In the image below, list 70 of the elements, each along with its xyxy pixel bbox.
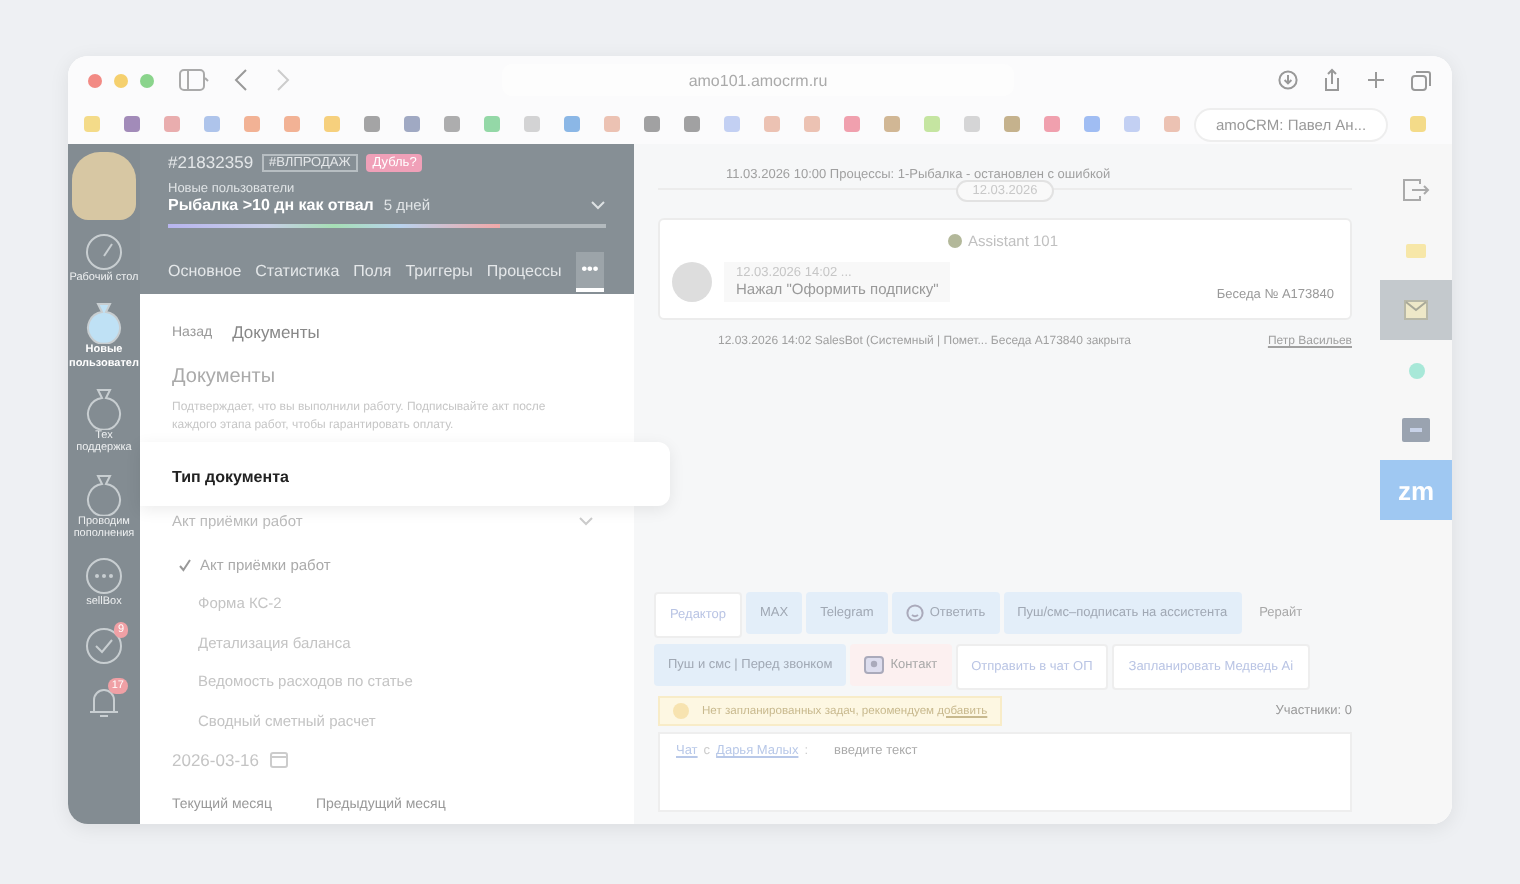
document-type-label: Тип документа (172, 468, 289, 487)
breadcrumb-title: Документы (232, 322, 320, 342)
exit-icon (1402, 178, 1430, 202)
bookmark-icon[interactable] (324, 116, 340, 132)
mail-icon (1404, 300, 1428, 320)
money-bag-icon (84, 300, 124, 345)
download-icon[interactable] (1278, 70, 1298, 90)
bookmark-icon[interactable] (124, 116, 140, 132)
bookmark-icon[interactable] (204, 116, 220, 132)
bookmark-icon[interactable] (804, 116, 820, 132)
lead-tab[interactable]: Процессы (486, 250, 562, 294)
bookmark-icon[interactable] (484, 116, 500, 132)
money-bag-icon (84, 471, 124, 516)
share-icon[interactable] (1322, 68, 1342, 92)
bookmark-icon[interactable] (404, 116, 420, 132)
lead-id: #21832359 (168, 152, 254, 172)
avatar-icon (672, 262, 712, 302)
bookmark-icon[interactable] (444, 116, 460, 132)
bookmark-icon[interactable] (1044, 116, 1060, 132)
checkmark-icon (178, 557, 192, 572)
bookmark-icon[interactable] (604, 116, 620, 132)
date-field[interactable]: 2026-03-16 (172, 749, 259, 770)
calendar-icon[interactable] (270, 750, 289, 769)
bookmark-icon[interactable] (844, 116, 860, 132)
money-bag-icon (84, 385, 124, 430)
bookmark-icon[interactable] (724, 116, 740, 132)
app-logo[interactable]: zm (1380, 460, 1452, 520)
lead-tab[interactable]: Триггеры (405, 250, 473, 294)
bookmark-icon[interactable] (884, 116, 900, 132)
bookmark-icon[interactable] (644, 116, 660, 132)
bookmark-icon[interactable] (1164, 116, 1180, 132)
chevron-down-icon (578, 515, 594, 528)
back-icon[interactable] (234, 68, 250, 92)
close-window-icon[interactable] (88, 73, 102, 87)
documents-heading: Документы (172, 366, 278, 388)
lead-tab[interactable]: Статистика (255, 250, 340, 294)
bookmark-icon[interactable] (524, 116, 540, 132)
tabs-overview-icon[interactable] (1410, 69, 1432, 91)
forward-icon[interactable] (274, 68, 290, 92)
chat-icon (84, 556, 124, 597)
bookmark-icon[interactable] (924, 116, 940, 132)
minimize-window-icon[interactable] (114, 73, 128, 87)
chevron-down-icon[interactable] (590, 199, 606, 211)
bookmark-icon[interactable] (164, 116, 180, 132)
bookmark-icon[interactable] (364, 116, 380, 132)
bookmark-icon[interactable] (964, 116, 980, 132)
note-icon (1406, 243, 1426, 257)
lead-tab[interactable]: Основное (168, 250, 242, 294)
stage-name[interactable]: Рыбалка >10 дн как отвал (168, 196, 374, 214)
contact-card-icon (864, 656, 885, 674)
bookmark-icon[interactable] (1004, 116, 1020, 132)
bookmark-icon[interactable] (284, 116, 300, 132)
zoom-window-icon[interactable] (140, 73, 154, 87)
bookmark-icon[interactable] (1410, 116, 1427, 132)
smile-icon (905, 604, 924, 622)
bookmark-icon[interactable] (764, 116, 780, 132)
widget-button[interactable] (1380, 280, 1452, 340)
bookmark-icon[interactable] (244, 116, 260, 132)
bookmark-icon[interactable] (564, 116, 580, 132)
lead-tab[interactable]: Поля (353, 250, 392, 294)
bookmark-icon[interactable] (84, 116, 100, 132)
sidebar-toggle-icon[interactable] (178, 68, 210, 92)
bookmark-icon[interactable] (684, 116, 700, 132)
checkmark-icon (84, 625, 124, 665)
new-tab-icon[interactable] (1366, 70, 1386, 90)
message-box-icon (1402, 418, 1430, 442)
bookmark-icon[interactable] (1084, 116, 1100, 132)
bookmark-icon[interactable] (1124, 116, 1140, 132)
gauge-icon (84, 232, 124, 272)
lead-tab[interactable]: ••• (575, 252, 605, 292)
